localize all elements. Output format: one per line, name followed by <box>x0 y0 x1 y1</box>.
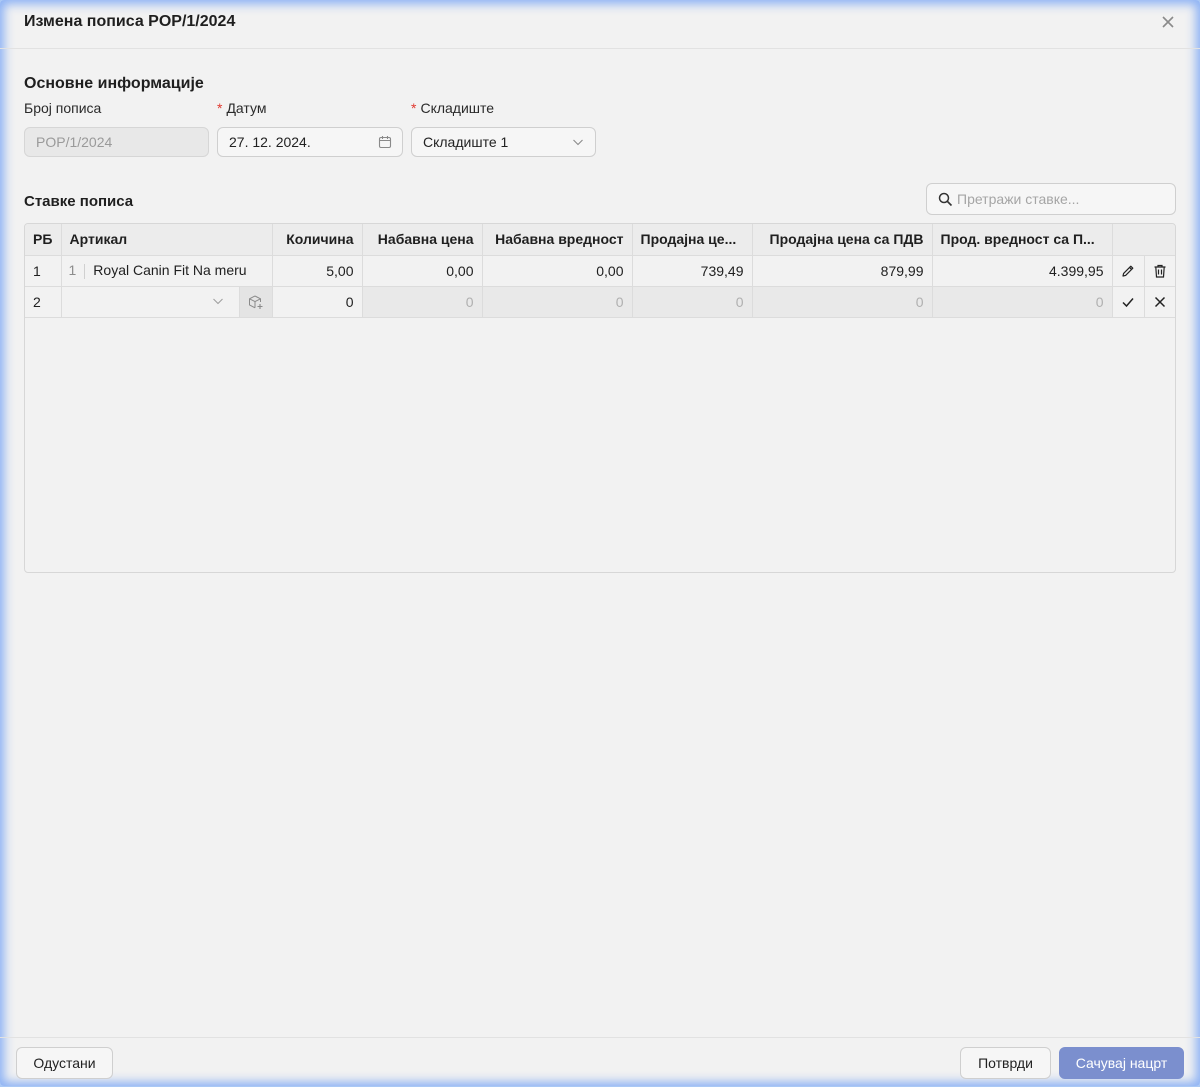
col-header-sale-price[interactable]: Продајна це... <box>632 224 753 256</box>
required-mark: * <box>411 100 417 116</box>
cell-sale-price-vat: 879,99 <box>752 255 933 287</box>
date-label: * Датум <box>217 100 266 116</box>
col-header-actions <box>1112 224 1144 256</box>
box-add-icon <box>248 295 262 309</box>
cancel-row-cell <box>1144 286 1175 318</box>
cancel-button[interactable]: Одустани <box>16 1047 113 1079</box>
cell-sale-value-vat: 4.399,95 <box>932 255 1113 287</box>
article-divider <box>84 263 86 279</box>
chevron-down-icon <box>212 298 223 304</box>
warehouse-label: * Складиште <box>411 100 494 116</box>
number-value: POP/1/2024 <box>36 134 113 150</box>
cell-purchase-price: 0 <box>362 286 483 318</box>
save-draft-button[interactable]: Сачувај нацрт <box>1059 1047 1184 1079</box>
items-search[interactable] <box>926 183 1176 215</box>
confirm-row-cell <box>1112 286 1145 318</box>
delete-row-cell <box>1144 255 1175 287</box>
cell-sale-price: 0 <box>632 286 753 318</box>
cell-purchase-value: 0 <box>482 286 633 318</box>
cell-article-select[interactable] <box>61 286 273 318</box>
article-code: 1 <box>68 262 77 279</box>
date-value: 27. 12. 2024. <box>229 134 311 150</box>
cell-quantity: 5,00 <box>272 255 363 287</box>
number-field: POP/1/2024 <box>24 127 209 157</box>
cell-sale-price-vat: 0 <box>752 286 933 318</box>
date-field[interactable]: 27. 12. 2024. <box>217 127 403 157</box>
check-icon[interactable] <box>1120 294 1136 310</box>
article-name: Royal Canin Fit Na meru <box>93 262 247 279</box>
cell-quantity-input[interactable]: 0 <box>272 286 363 318</box>
trash-icon[interactable] <box>1152 263 1168 279</box>
dialog-title: Измена пописа POP/1/2024 <box>24 13 236 30</box>
edit-inventory-dialog: Измена пописа POP/1/2024 Основне информа… <box>0 0 1200 1086</box>
chevron-down-icon <box>573 139 583 146</box>
col-header-rb[interactable]: РБ <box>25 224 62 256</box>
warehouse-select[interactable]: Складиште 1 <box>411 127 596 157</box>
calendar-icon[interactable] <box>378 135 392 149</box>
warehouse-label-text: Складиште <box>420 100 495 116</box>
article-select[interactable] <box>70 286 271 316</box>
dialog-footer: Одустани Потврди Сачувај нацрт <box>0 1037 1200 1087</box>
cell-purchase-value: 0,00 <box>482 255 633 287</box>
search-icon <box>938 192 953 207</box>
col-header-article[interactable]: Артикал <box>61 224 273 256</box>
cell-sale-value-vat: 0 <box>932 286 1113 318</box>
col-header-sale-value-vat[interactable]: Прод. вредност са П... <box>932 224 1113 256</box>
dialog-header: Измена пописа POP/1/2024 <box>0 0 1200 49</box>
pencil-icon[interactable] <box>1120 263 1136 279</box>
confirm-button[interactable]: Потврди <box>960 1047 1051 1079</box>
table-header-row: РБ Артикал Количина Набавна цена Набавна… <box>25 224 1175 256</box>
table-row: 1 1 Royal Canin Fit Na meru 5,00 0,00 0,0… <box>25 255 1175 287</box>
basic-info-title: Основне информације <box>24 75 204 92</box>
items-grid: РБ Артикал Количина Набавна цена Набавна… <box>24 223 1176 573</box>
close-icon[interactable] <box>1152 294 1168 310</box>
new-table-row: 2 0 0 0 0 0 0 <box>25 286 1175 318</box>
col-header-sale-price-vat[interactable]: Продајна цена са ПДВ <box>752 224 933 256</box>
search-input[interactable] <box>957 190 1157 208</box>
close-icon[interactable] <box>1160 14 1176 30</box>
date-label-text: Датум <box>226 100 267 116</box>
cell-article: 1 Royal Canin Fit Na meru <box>61 255 273 287</box>
cell-purchase-price: 0,00 <box>362 255 483 287</box>
required-mark: * <box>217 100 223 116</box>
col-header-purchase-value[interactable]: Набавна вредност <box>482 224 633 256</box>
col-header-quantity[interactable]: Количина <box>272 224 363 256</box>
items-table: РБ Артикал Количина Набавна цена Набавна… <box>25 224 1175 318</box>
col-header-actions-2 <box>1144 224 1175 256</box>
items-title: Ставке пописа <box>24 193 134 210</box>
cell-rb: 1 <box>25 255 62 287</box>
cell-sale-price: 739,49 <box>632 255 753 287</box>
cell-rb: 2 <box>25 286 62 318</box>
edit-row-cell <box>1112 255 1145 287</box>
add-article-button[interactable] <box>238 286 271 316</box>
number-label: Број пописа <box>24 100 102 116</box>
warehouse-value: Складиште 1 <box>423 134 509 150</box>
col-header-purchase-price[interactable]: Набавна цена <box>362 224 483 256</box>
